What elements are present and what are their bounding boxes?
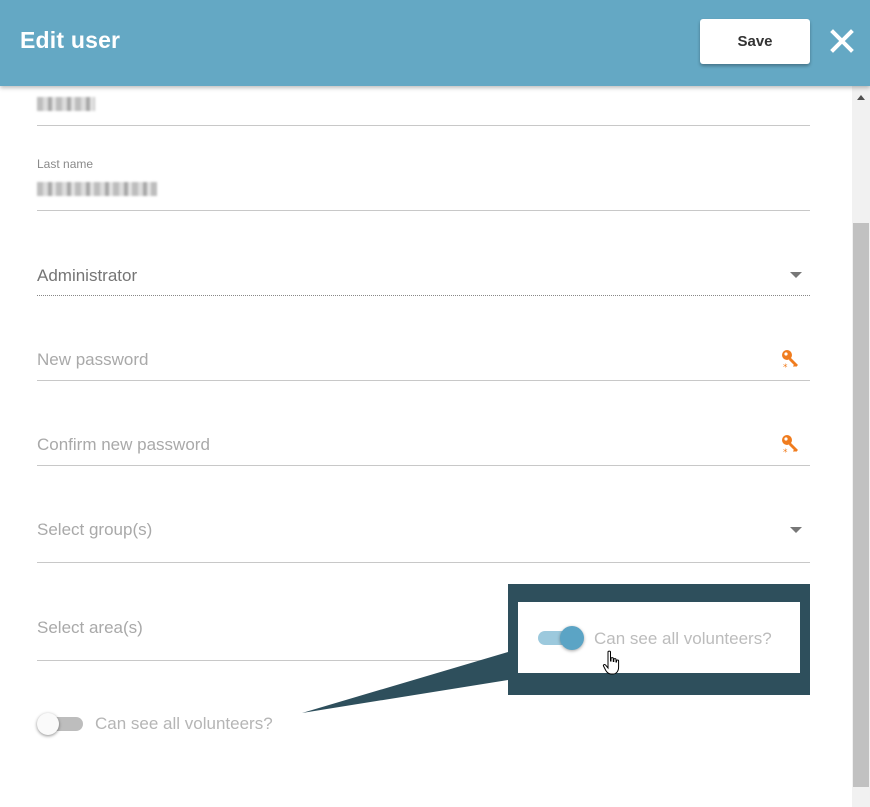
first-name-value (37, 97, 95, 111)
zoom-callout: Can see all volunteers? (508, 584, 810, 695)
volunteers-toggle[interactable] (37, 712, 85, 736)
confirm-password-field[interactable]: Confirm new password * (37, 426, 810, 466)
scrollbar[interactable] (852, 86, 870, 807)
chevron-down-icon (790, 272, 802, 278)
hand-pointer-icon (602, 650, 620, 675)
form-body: Last name Administrator New password * C… (0, 86, 852, 807)
svg-text:*: * (783, 448, 788, 456)
close-icon[interactable] (829, 28, 855, 54)
role-select[interactable]: Administrator (37, 256, 810, 296)
confirm-password-placeholder: Confirm new password (37, 435, 210, 454)
toggle-knob (37, 713, 59, 735)
dialog-title: Edit user (20, 27, 121, 53)
role-value: Administrator (37, 266, 138, 285)
chevron-down-icon (790, 527, 802, 533)
groups-placeholder: Select group(s) (37, 520, 153, 539)
last-name-label: Last name (37, 157, 94, 171)
areas-select[interactable]: Select area(s) (37, 606, 507, 661)
scroll-up-arrow-icon[interactable] (857, 95, 865, 100)
first-name-field[interactable] (37, 86, 810, 126)
callout-toggle[interactable] (538, 625, 586, 651)
scrollbar-thumb[interactable] (853, 223, 869, 787)
key-icon: * (782, 350, 798, 371)
new-password-placeholder: New password (37, 350, 149, 369)
svg-text:*: * (783, 363, 788, 371)
save-button[interactable]: Save (700, 19, 810, 64)
last-name-value (37, 182, 157, 196)
volunteers-toggle-label: Can see all volunteers? (95, 714, 273, 733)
last-name-field[interactable] (37, 176, 810, 211)
toggle-knob (560, 626, 584, 650)
callout-toggle-label: Can see all volunteers? (594, 629, 772, 648)
groups-select[interactable]: Select group(s) (37, 511, 810, 563)
areas-placeholder: Select area(s) (37, 618, 143, 637)
key-icon: * (782, 435, 798, 456)
dialog-header: Edit user Save (0, 0, 870, 86)
new-password-field[interactable]: New password * (37, 341, 810, 381)
callout-panel: Can see all volunteers? (518, 602, 800, 673)
